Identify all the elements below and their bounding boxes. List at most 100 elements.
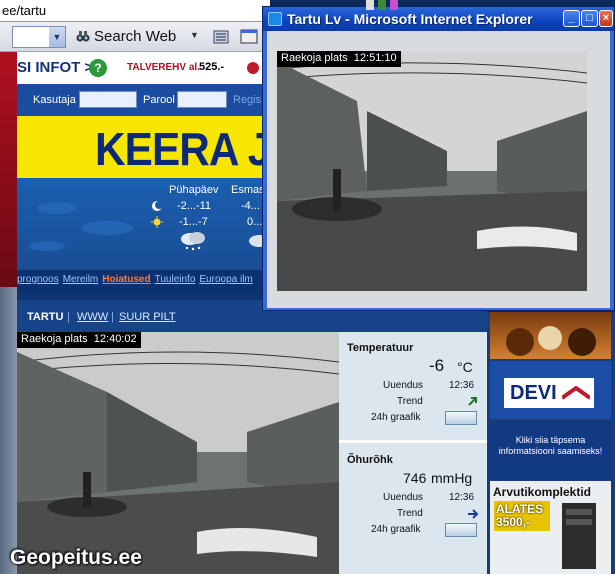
www-link[interactable]: WWW: [77, 311, 108, 323]
city-title: TARTU: [27, 311, 64, 323]
login-bar: Kasutaja Parool Regis: [17, 84, 267, 116]
search-dropdown-arrow-icon[interactable]: ▼: [190, 30, 199, 40]
popup-blocker-icon[interactable]: [240, 28, 260, 46]
forecast-day-2-night: -4...: [241, 200, 260, 212]
temperature-value: -6: [429, 356, 445, 375]
pressure-graph-label: 24h graafik: [371, 524, 421, 535]
pressure-graph-button[interactable]: [445, 523, 477, 537]
temperature-unit: °C: [457, 359, 473, 375]
chocolates-image: [506, 326, 596, 356]
chevron-down-icon[interactable]: ▼: [49, 27, 65, 47]
password-input[interactable]: [177, 91, 227, 108]
devi-logo-box: DEVI: [504, 378, 594, 408]
window-titlebar[interactable]: Tartu Lv - Microsoft Internet Explorer _…: [263, 7, 614, 31]
pressure-trend-label: Trend: [397, 508, 423, 519]
link-tuuleinfo[interactable]: Tuuleinfo: [155, 270, 196, 285]
info-ad-text: Kliki siia täpsema informatsiooni saamis…: [498, 435, 603, 456]
weather-panel: Temperatuur -6 °C Uuendus 12:36 Trend 24…: [339, 332, 487, 574]
pressure-value: 746: [403, 470, 427, 486]
popup-webcam-caption: Raekoja plats 12:51:10: [277, 51, 401, 67]
popup-webcam-image[interactable]: Raekoja plats 12:51:10: [277, 51, 587, 291]
link-hoiatused[interactable]: Hoiatused: [102, 270, 150, 285]
tire-ad-label[interactable]: TALVEREHV al.: [127, 62, 200, 73]
popup-webcam-location: Raekoja plats: [281, 52, 348, 64]
pressure-unit: mmHg: [431, 470, 473, 486]
left-grey-strip: [0, 287, 17, 574]
info-title[interactable]: SI INFOT >: [17, 59, 93, 76]
pressure-updated-time: 12:36: [449, 492, 475, 503]
info-bar: SI INFOT > ? TALVEREHV al. 525.-: [17, 52, 267, 84]
price-line-2: 3500,-: [496, 515, 531, 529]
price-line-1: ALATES: [496, 502, 544, 516]
trend-up-arrow-icon: [468, 397, 477, 406]
chocolate-ad[interactable]: [490, 312, 611, 359]
temp-graph-button[interactable]: [445, 411, 477, 425]
temp-updated-label: Uuendus: [383, 380, 424, 391]
panel-divider: [339, 440, 487, 443]
search-web-label: Search Web: [94, 28, 177, 45]
separator: |: [67, 311, 70, 323]
webcam-location: Raekoja plats: [21, 333, 88, 345]
town-square-photo: [17, 332, 339, 574]
ie-popup-window: Tartu Lv - Microsoft Internet Explorer _…: [262, 6, 615, 311]
ad-banner[interactable]: KEERA JA: [17, 116, 267, 178]
watermark: Geopeitus.ee: [10, 546, 142, 569]
ie-icon: [268, 12, 282, 26]
username-label: Kasutaja: [33, 94, 76, 106]
link-mereilm[interactable]: Mereilm: [63, 270, 99, 285]
banner-text: KEERA JA: [95, 123, 267, 175]
address-url: ee/tartu: [2, 3, 47, 18]
forecast-day-1-day: -1...-7: [179, 216, 208, 228]
computer-tower-image: [562, 503, 596, 569]
forecast-day-1-name: Pühapäev: [169, 184, 219, 196]
brand-logo-icon: [247, 62, 259, 74]
sun-icon: [151, 216, 163, 228]
popup-webcam-time: 12:51:10: [353, 52, 397, 64]
moon-icon: [152, 201, 163, 211]
pressure-title: Õhurõhk: [347, 454, 393, 466]
town-square-photo: [277, 51, 587, 291]
forecast-day-2-name: Esmas: [231, 184, 265, 196]
password-label: Parool: [143, 94, 175, 106]
left-red-strip: [0, 52, 17, 287]
big-image-link[interactable]: SUUR PILT: [119, 311, 176, 323]
close-button[interactable]: ×: [599, 10, 613, 27]
computer-ad[interactable]: Arvutikomplektid ALATES 3500,-: [490, 481, 611, 574]
address-bar[interactable]: ee/tartu: [0, 0, 270, 22]
register-link[interactable]: Regis: [233, 94, 261, 106]
link-prognoos[interactable]: prognoos: [17, 270, 59, 285]
weather-forecast: Pühapäev Esmas -2...-11 -4... -1...-7 0.…: [17, 178, 267, 270]
separator: |: [111, 311, 114, 323]
maximize-button[interactable]: □: [581, 10, 598, 27]
weather-links: prognoos Mereilm Hoiatused Tuuleinfo Euroopa…: [17, 270, 267, 292]
webcam-image[interactable]: Raekoja plats 12:40:02: [17, 332, 339, 574]
search-web-button[interactable]: Search Web: [76, 28, 176, 45]
browser-toolbar: ▼ Search Web ▼: [0, 22, 270, 52]
temperature-title: Temperatuur: [347, 342, 414, 354]
username-input[interactable]: [79, 91, 137, 108]
highlight-icon[interactable]: [212, 28, 230, 46]
window-title: Tartu Lv - Microsoft Internet Explorer: [287, 11, 533, 27]
devi-logo-text: DEVI: [510, 382, 557, 404]
temp-updated-time: 12:36: [449, 380, 475, 391]
trend-right-arrow-icon: [468, 509, 479, 519]
temp-trend-label: Trend: [397, 396, 423, 407]
toolbar-dropdown[interactable]: ▼: [12, 26, 66, 48]
pressure-updated-label: Uuendus: [383, 492, 424, 503]
devi-ad[interactable]: DEVI: [490, 361, 611, 419]
devi-logo-icon: [562, 386, 590, 400]
minimize-button[interactable]: _: [563, 10, 580, 27]
background-clouds: [29, 202, 133, 251]
screen: ee/tartu ▼ Search Web ▼ SI INFOT > ? TAL…: [0, 0, 615, 574]
webcam-caption: Raekoja plats 12:40:02: [17, 332, 141, 348]
popup-content: Raekoja plats 12:51:10: [267, 31, 610, 308]
help-icon[interactable]: ?: [89, 59, 107, 77]
ads-column: DEVI Kliki siia täpsema informatsiooni s…: [487, 312, 615, 574]
tire-ad-price: 525.-: [199, 61, 225, 73]
info-ad[interactable]: Kliki siia täpsema informatsiooni saamis…: [490, 421, 611, 479]
link-euroopa-ilm[interactable]: Euroopa ilm: [199, 270, 252, 285]
forecast-day-2-day: 0...: [247, 216, 263, 228]
computer-ad-price: ALATES 3500,-: [494, 501, 550, 531]
computer-ad-title: Arvutikomplektid: [493, 485, 592, 499]
webcam-time: 12:40:02: [93, 333, 137, 345]
